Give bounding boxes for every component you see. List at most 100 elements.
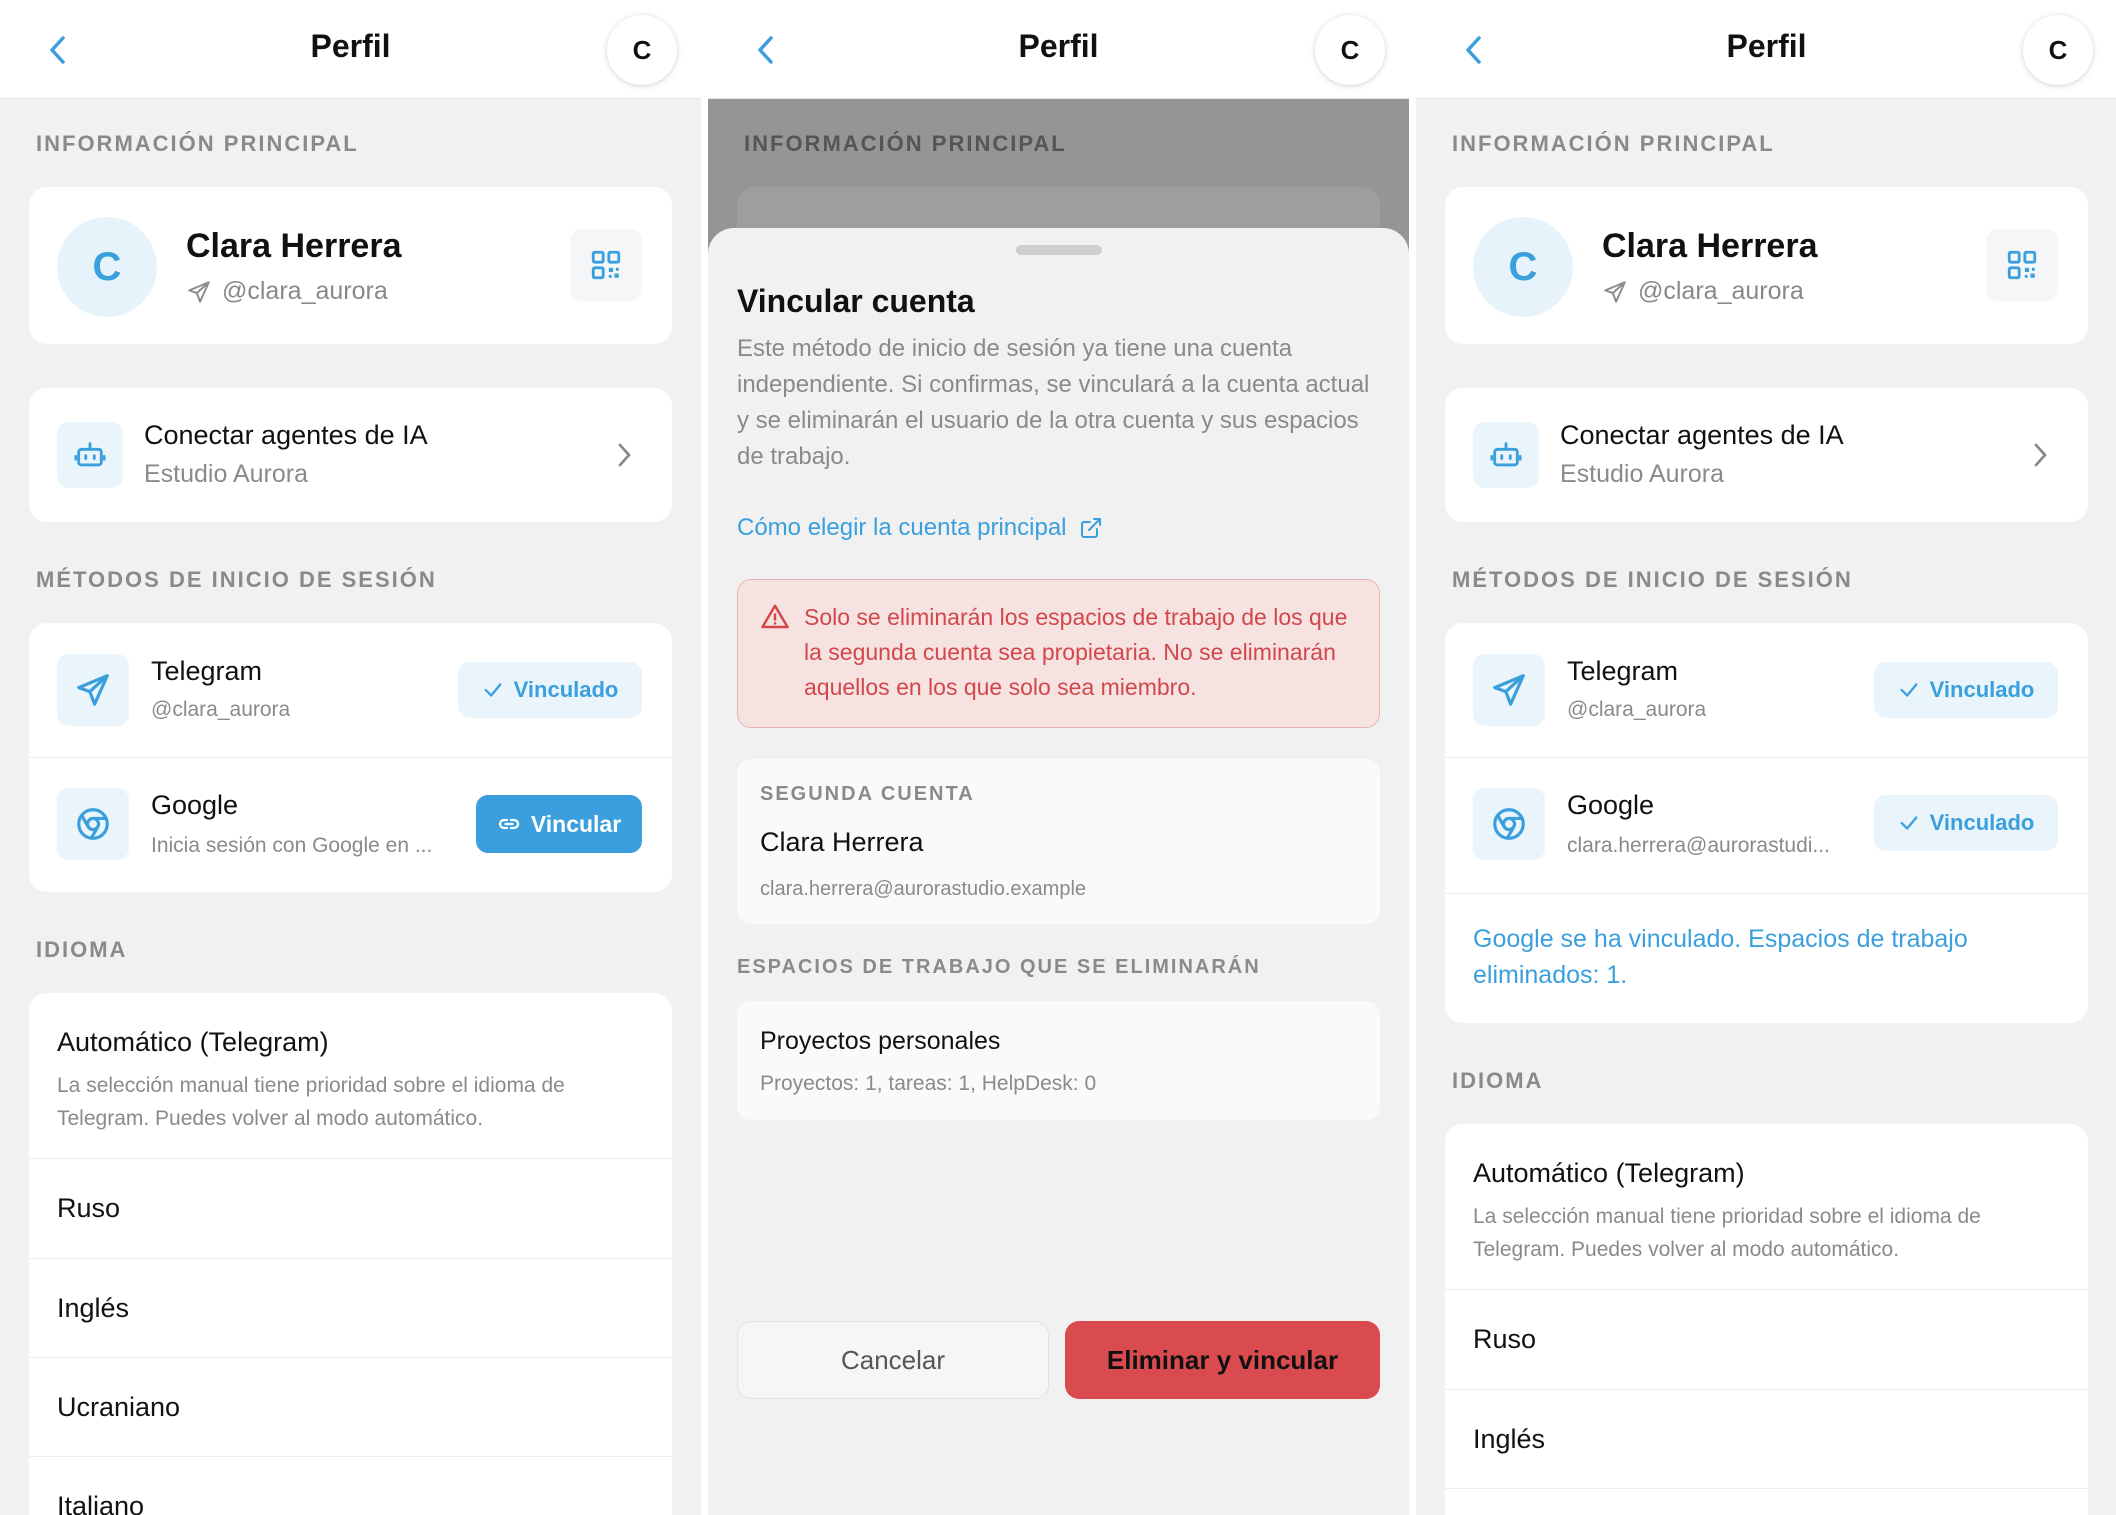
language-card: Automático (Telegram) La selección manua…: [29, 993, 672, 1515]
section-title-language: IDIOMA: [36, 937, 128, 962]
divider: [29, 1158, 672, 1159]
login-methods-card: Telegram @clara_aurora Vinculado Google …: [1445, 623, 2088, 1023]
delete-and-link-button[interactable]: Eliminar y vincular: [1065, 1321, 1380, 1399]
google-hint: Inicia sesión con Google en ...: [151, 834, 433, 857]
telegram-linked-badge: Vinculado: [458, 662, 642, 718]
divider: [1445, 1389, 2088, 1390]
avatar[interactable]: C: [2023, 15, 2093, 85]
telegram-handle: @clara_aurora: [151, 698, 291, 721]
page-title: Perfil: [310, 28, 391, 64]
language-option-ru[interactable]: Ruso: [57, 1193, 120, 1224]
google-link-button[interactable]: Vincular: [476, 795, 642, 853]
second-account-box: SEGUNDA CUENTA Clara Herrera clara.herre…: [737, 759, 1380, 924]
dialog-title: Vincular cuenta: [737, 283, 975, 319]
profile-name: Clara Herrera: [1602, 227, 1818, 265]
second-account-email: clara.herrera@aurorastudio.example: [760, 878, 1087, 900]
section-title-language: IDIOMA: [1452, 1068, 1544, 1093]
section-title-main-info: INFORMACIÓN PRINCIPAL: [36, 131, 359, 156]
divider: [29, 1258, 672, 1259]
robot-icon-tile: [1473, 422, 1539, 488]
language-option-uk[interactable]: Ucraniano: [57, 1392, 180, 1423]
google-linked-badge: Vinculado: [1874, 795, 2058, 851]
qr-code-button[interactable]: [1986, 229, 2058, 301]
check-icon: [484, 683, 502, 697]
language-option-it[interactable]: Italiano: [57, 1491, 144, 1515]
language-option-ru[interactable]: Ruso: [1473, 1324, 1536, 1355]
divider: [29, 1456, 672, 1457]
google-icon-tile: [1473, 788, 1545, 860]
workspace-item: Proyectos personales Proyectos: 1, tarea…: [737, 1001, 1380, 1120]
chrome-icon: [1493, 808, 1525, 840]
language-auto-description: La selección manual tiene prioridad sobr…: [1473, 1205, 1981, 1261]
google-status-label: Vinculado: [1929, 810, 2035, 835]
chrome-icon: [77, 808, 109, 840]
profile-card: C Clara Herrera @clara_aurora: [1445, 187, 2088, 344]
profile-username: @clara_aurora: [1638, 277, 1804, 305]
section-title-login-methods: MÉTODOS DE INICIO DE SESIÓN: [1452, 567, 1853, 592]
ai-agents-card[interactable]: Conectar agentes de IA Estudio Aurora: [1445, 388, 2088, 522]
language-auto-title: Automático (Telegram): [57, 1027, 329, 1057]
profile-name: Clara Herrera: [186, 227, 402, 265]
telegram-icon-tile: [57, 654, 129, 726]
check-icon: [1900, 683, 1918, 697]
section-title-login-methods: MÉTODOS DE INICIO DE SESIÓN: [36, 567, 437, 592]
sheet-grabber[interactable]: [1016, 245, 1102, 255]
avatar[interactable]: C: [1315, 15, 1385, 85]
language-option-en[interactable]: Inglés: [57, 1293, 129, 1324]
header: Perfil C: [1416, 0, 2116, 99]
avatar[interactable]: C: [607, 15, 677, 85]
telegram-linked-badge: Vinculado: [1874, 662, 2058, 718]
google-name: Google: [1567, 790, 1655, 820]
ai-agents-title: Conectar agentes de IA: [1560, 420, 1844, 450]
telegram-icon: [1493, 674, 1525, 706]
help-link-label: Cómo elegir la cuenta principal: [737, 514, 1067, 541]
language-auto-title: Automático (Telegram): [1473, 1158, 1745, 1188]
header: Perfil C: [708, 0, 1409, 99]
divider: [1445, 893, 2088, 894]
divider: [1445, 757, 2088, 758]
link-account-dialog-screen: Perfil C INFORMACIÓN PRINCIPAL Vincular …: [708, 0, 1409, 1515]
telegram-send-icon: [1604, 281, 1626, 303]
external-link-icon: [1080, 518, 1101, 538]
link-success-message: Google se ha vinculado. Espacios de trab…: [1473, 925, 1968, 989]
second-account-label: SEGUNDA CUENTA: [760, 783, 975, 805]
language-card: Automático (Telegram) La selección manua…: [1445, 1124, 2088, 1515]
language-auto-description: La selección manual tiene prioridad sobr…: [57, 1074, 565, 1130]
google-link-label: Vincular: [530, 810, 622, 837]
profile-screen-initial: Perfil C INFORMACIÓN PRINCIPAL C Clara H…: [0, 0, 701, 1515]
check-icon: [1900, 816, 1918, 830]
page-title: Perfil: [1726, 28, 1807, 64]
warning-icon: [761, 604, 789, 629]
ai-agents-card[interactable]: Conectar agentes de IA Estudio Aurora: [29, 388, 672, 522]
profile-username: @clara_aurora: [222, 277, 388, 305]
workspace-name: Proyectos personales: [760, 1027, 1001, 1055]
cancel-button[interactable]: Cancelar: [737, 1321, 1049, 1399]
google-name: Google: [151, 790, 239, 820]
robot-icon-tile: [57, 422, 123, 488]
ai-agents-title: Conectar agentes de IA: [144, 420, 428, 450]
telegram-name: Telegram: [151, 656, 263, 686]
chevron-right-icon: [2034, 443, 2047, 467]
robot-icon: [74, 442, 106, 467]
divider: [1445, 1488, 2088, 1489]
language-option-auto[interactable]: Automático (Telegram) La selección manua…: [1445, 1124, 2088, 1289]
chevron-right-icon: [618, 443, 631, 467]
divider: [29, 757, 672, 758]
telegram-handle: @clara_aurora: [1567, 698, 1707, 721]
telegram-name: Telegram: [1567, 656, 1679, 686]
qr-code-button[interactable]: [570, 229, 642, 301]
language-option-auto[interactable]: Automático (Telegram) La selección manua…: [29, 993, 672, 1158]
google-icon-tile: [57, 788, 129, 860]
help-link[interactable]: Cómo elegir la cuenta principal: [737, 514, 1103, 542]
link-icon: [498, 818, 519, 830]
workspace-stats: Proyectos: 1, tareas: 1, HelpDesk: 0: [760, 1072, 1097, 1095]
profile-screen-linked: Perfil C INFORMACIÓN PRINCIPAL C Clara H…: [1416, 0, 2116, 1515]
screens: Perfil C INFORMACIÓN PRINCIPAL C Clara H…: [0, 0, 2116, 1515]
ai-agents-subtitle: Estudio Aurora: [144, 460, 308, 488]
section-title-main-info: INFORMACIÓN PRINCIPAL: [1452, 131, 1775, 156]
login-methods-card: Telegram @clara_aurora Vinculado Google …: [29, 623, 672, 892]
profile-avatar: C: [1473, 217, 1573, 317]
language-option-en[interactable]: Inglés: [1473, 1424, 1545, 1455]
warning-box: Solo se eliminarán los espacios de traba…: [737, 579, 1380, 728]
profile-avatar: C: [57, 217, 157, 317]
